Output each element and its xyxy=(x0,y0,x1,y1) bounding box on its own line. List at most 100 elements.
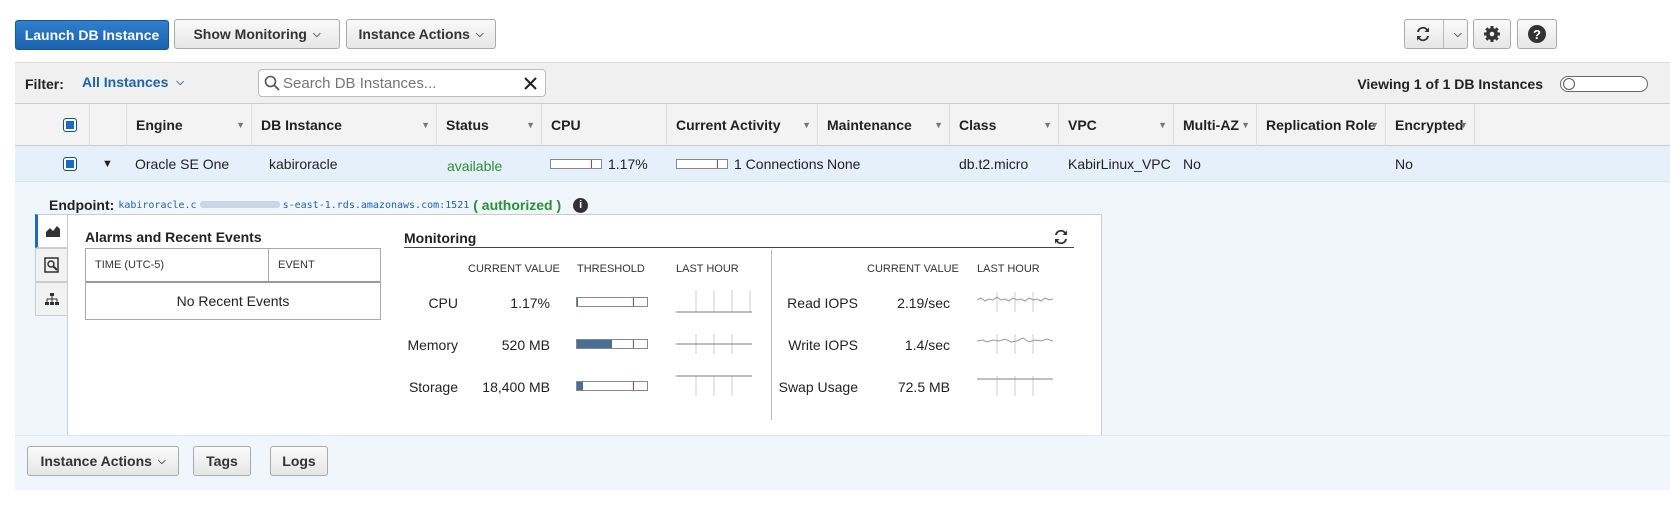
threshold-fill xyxy=(577,298,578,306)
help-icon: ? xyxy=(1528,25,1546,43)
chevron-down-icon: ⌵ xyxy=(475,28,484,40)
auth-open: ( xyxy=(473,197,478,213)
launch-db-instance-button[interactable]: Launch DB Instance xyxy=(15,20,169,50)
filter-selected-value: All Instances xyxy=(82,74,169,90)
sort-caret-icon: ▼ xyxy=(421,120,430,130)
col-current-value-right: CURRENT VALUE xyxy=(867,263,959,275)
col-header-label: Current Activity xyxy=(676,117,781,133)
viewing-count: Viewing 1 of 1 DB Instances xyxy=(1357,76,1543,92)
instance-detail-panel: Endpoint: kabiroracle.c s-east-1.rds.amaz… xyxy=(15,182,1670,462)
col-header-maintenance[interactable]: Maintenance ▼ xyxy=(818,104,950,146)
col-header-encrypted[interactable]: Encrypted ▼ xyxy=(1386,104,1475,146)
row-checkbox[interactable] xyxy=(63,157,77,171)
col-header-label: Engine xyxy=(136,117,183,133)
table-row[interactable]: ▼ Oracle SE One kabiroracle available 1.… xyxy=(15,146,1670,182)
col-header-label: Multi-AZ xyxy=(1183,117,1239,133)
col-header-label: Encrypted xyxy=(1395,117,1464,133)
col-header-label: CPU xyxy=(551,117,581,133)
gear-icon xyxy=(1484,26,1500,42)
col-header-status[interactable]: Status ▼ xyxy=(437,104,542,146)
search-icon xyxy=(264,75,280,91)
refresh-button[interactable]: ⌵ xyxy=(1404,19,1468,49)
chevron-down-icon[interactable]: ⌵ xyxy=(1454,29,1462,40)
tags-button[interactable]: Tags xyxy=(193,446,251,476)
endpoint-address[interactable]: kabiroracle.c s-east-1.rds.amazonaws.com:… xyxy=(118,200,469,211)
metric-label-write-iops: Write IOPS xyxy=(788,337,858,353)
refresh-icon[interactable] xyxy=(1051,227,1071,247)
col-header-class[interactable]: Class ▼ xyxy=(950,104,1059,146)
redacted-block xyxy=(199,200,280,208)
divider xyxy=(1443,20,1444,48)
show-monitoring-button[interactable]: Show Monitoring ⌵ xyxy=(174,19,340,49)
tab-monitoring[interactable] xyxy=(35,214,69,248)
auth-status: ( authorized ) xyxy=(473,197,561,213)
sort-caret-icon: ▼ xyxy=(802,120,811,130)
instance-actions-label: Instance Actions xyxy=(358,26,470,42)
events-col-event: EVENT xyxy=(278,259,315,271)
select-all-checkbox[interactable] xyxy=(63,118,77,132)
col-header-current-activity[interactable]: Current Activity ▼ xyxy=(667,104,818,146)
sort-caret-icon: ▼ xyxy=(1370,120,1379,130)
events-table: TIME (UTC-5) EVENT No Recent Events xyxy=(85,248,381,320)
cell-db-instance[interactable]: kabiroracle xyxy=(269,146,337,182)
endpoint-start: kabiroracle.c xyxy=(118,199,197,211)
chevron-down-icon: ⌵ xyxy=(312,28,321,40)
tags-label: Tags xyxy=(206,453,238,469)
filter-dropdown[interactable]: All Instances ⌵ xyxy=(82,74,184,90)
clear-search-icon[interactable] xyxy=(524,77,537,90)
page-size-slider[interactable] xyxy=(1560,76,1648,92)
search-input[interactable] xyxy=(283,72,513,94)
help-button[interactable]: ? xyxy=(1517,19,1557,49)
sparkline-memory xyxy=(676,334,752,354)
settings-button[interactable] xyxy=(1473,19,1511,49)
logs-button[interactable]: Logs xyxy=(270,446,328,476)
area-chart-icon xyxy=(46,226,60,237)
cell-encrypted: No xyxy=(1395,156,1413,172)
slider-knob[interactable] xyxy=(1563,78,1575,90)
col-header-replication-role[interactable]: Replication Role ▼ xyxy=(1257,104,1386,146)
show-monitoring-label: Show Monitoring xyxy=(193,26,307,42)
threshold-marker xyxy=(633,340,634,348)
col-header-vpc[interactable]: VPC ▼ xyxy=(1059,104,1174,146)
metric-label-cpu: CPU xyxy=(428,295,458,311)
metric-label-memory: Memory xyxy=(407,337,458,353)
col-last-hour: LAST HOUR xyxy=(676,263,739,275)
col-header-engine[interactable]: Engine ▼ xyxy=(127,104,252,146)
col-header-cpu[interactable]: CPU xyxy=(542,104,667,146)
activity-mini-bar xyxy=(676,159,728,169)
threshold-bar-cpu xyxy=(576,297,648,307)
logs-label: Logs xyxy=(282,453,316,469)
instance-actions-button[interactable]: Instance Actions ⌵ xyxy=(346,19,496,49)
cell-current-activity: 1 Connections xyxy=(676,146,824,182)
footer-instance-actions-button[interactable]: Instance Actions ⌵ xyxy=(27,446,179,476)
launch-label: Launch DB Instance xyxy=(24,27,160,43)
table-header: Engine ▼ DB Instance ▼ Status ▼ CPU Current… xyxy=(15,104,1670,146)
col-header-multi-az[interactable]: Multi-AZ ▼ xyxy=(1174,104,1257,146)
info-icon[interactable]: i xyxy=(573,197,589,213)
col-header-label: Replication Role xyxy=(1266,117,1376,133)
sparkline-storage xyxy=(676,375,752,396)
tab-topology[interactable] xyxy=(35,282,69,316)
cell-multi-az: No xyxy=(1183,156,1201,172)
sort-caret-icon: ▼ xyxy=(1241,120,1250,130)
metric-value-swap-usage: 72.5 MB xyxy=(897,379,950,395)
expand-row-icon[interactable]: ▼ xyxy=(102,146,113,182)
cpu-value: 1.17% xyxy=(608,156,648,172)
threshold-bar-memory xyxy=(576,339,648,349)
threshold-marker xyxy=(633,298,634,306)
select-all-cell xyxy=(50,104,90,146)
refresh-icon xyxy=(1417,26,1429,42)
threshold-fill xyxy=(577,382,583,390)
threshold-marker xyxy=(633,382,634,390)
cell-vpc[interactable]: KabirLinux_VPC xyxy=(1068,146,1171,182)
expand-col-header xyxy=(90,104,127,146)
tab-details[interactable] xyxy=(35,248,69,282)
metric-value-memory: 520 MB xyxy=(501,337,550,353)
footer-actions-label: Instance Actions xyxy=(40,453,152,469)
col-header-db-instance[interactable]: DB Instance ▼ xyxy=(252,104,437,146)
col-header-label: Class xyxy=(959,117,997,133)
monitoring-title: Monitoring xyxy=(404,230,477,246)
sparkline-write-iops xyxy=(977,334,1054,354)
chevron-down-icon: ⌵ xyxy=(176,76,184,88)
cell-class: db.t2.micro xyxy=(959,156,1029,172)
